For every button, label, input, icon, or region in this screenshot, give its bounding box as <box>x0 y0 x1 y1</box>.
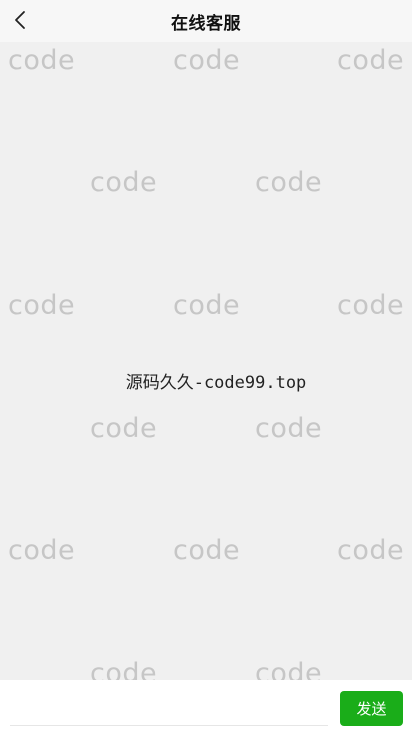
watermark-text: code <box>337 535 405 566</box>
composer-bar: 发送 <box>0 680 412 736</box>
watermark-text: code <box>173 290 241 321</box>
watermark-text: code <box>337 45 405 76</box>
page-title: 在线客服 <box>171 13 241 34</box>
watermark-text: code <box>255 167 323 198</box>
watermark-text: code <box>255 658 323 680</box>
watermark-text: code <box>90 413 158 444</box>
send-button[interactable]: 发送 <box>340 691 403 726</box>
message-input[interactable] <box>10 688 328 726</box>
watermark-text: code <box>8 45 76 76</box>
watermark-text: code <box>255 413 323 444</box>
watermark-text: code <box>173 45 241 76</box>
header-bar: 在线客服 <box>0 0 412 42</box>
back-button[interactable] <box>6 6 34 34</box>
watermark-text: code <box>8 535 76 566</box>
app-root: 在线客服 code code code code code code code … <box>0 0 412 736</box>
watermark-text: code <box>90 658 158 680</box>
watermark-text: code <box>90 167 158 198</box>
chevron-left-icon <box>15 11 25 29</box>
chat-area[interactable]: code code code code code code code code … <box>0 42 412 680</box>
watermark-text: code <box>173 535 241 566</box>
watermark-text: code <box>8 290 76 321</box>
source-notice: 源码久久-code99.top <box>125 373 307 393</box>
watermark-text: code <box>337 290 405 321</box>
